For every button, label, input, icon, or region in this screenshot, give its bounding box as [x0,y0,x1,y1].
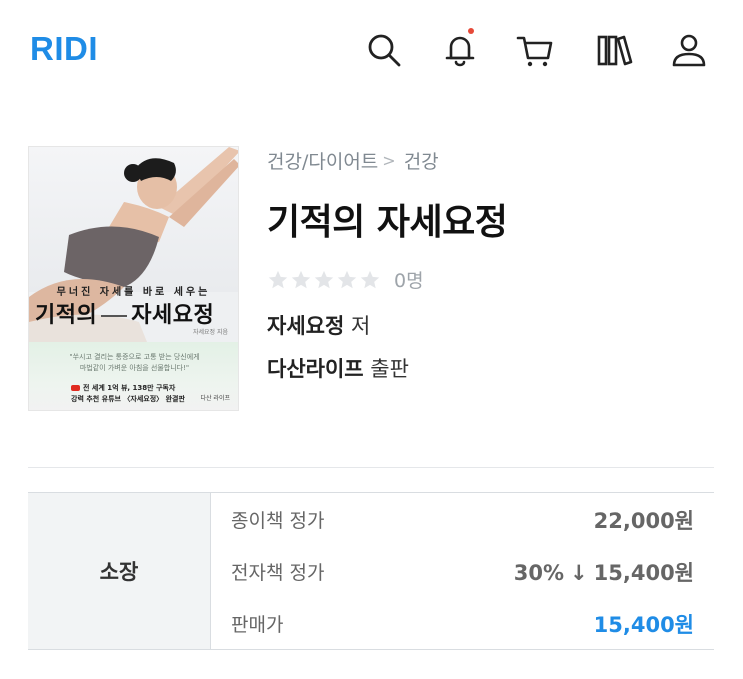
bell-icon [445,36,475,67]
library-icon [597,35,633,66]
notification-button[interactable] [438,28,482,72]
account-button[interactable] [667,28,711,72]
book-cover[interactable]: 무너진 자세를 바로 세우는 기적의 자세요정 자세요정 지음 "쑤시고 결리는 … [28,146,239,411]
cover-title: 기적의 자세요정 [35,297,235,329]
user-icon [672,34,706,67]
price-row-label: 종이책 정가 [231,510,325,532]
rating-count: 0명 [394,270,424,292]
price-row-label: 판매가 [231,614,284,636]
price-row-paper: 종이책 정가 22,000원 [211,493,714,545]
price-table: 소장 종이책 정가 22,000원 전자책 정가 30% ↓ 15,400원 판매가… [28,492,714,650]
star-icon [314,270,334,288]
cover-badge: 전 세계 1억 뷰, 138만 구독자 강력 추천 유튜브 〈자세요정〉 완결판 [71,383,185,405]
cover-publisher: 다산 라이프 [200,395,230,402]
search-icon [368,34,401,67]
rating[interactable]: 0명 [267,266,424,293]
cover-title-right: 자세요정 [131,303,215,328]
search-button[interactable] [362,28,406,72]
cover-title-blank [101,315,128,317]
star-icon [268,270,288,288]
author-name-link[interactable]: 자세요정 [267,314,344,338]
publisher-line: 다산라이프 출판 [267,353,409,383]
star-icon [337,270,357,288]
publisher-role: 출판 [370,357,409,381]
chevron-right-icon: > [382,151,396,170]
star-icon [360,270,380,288]
section-divider [28,467,714,468]
publisher-name-link[interactable]: 다산라이프 [267,357,364,381]
cart-button[interactable] [513,28,557,72]
cover-quote-line: 마법같이 가벼운 아침을 선물합니다!" [79,364,190,372]
discount-rate: 30% [513,561,565,585]
price-row-value: 15,400원 [593,561,694,585]
price-row-sale: 판매가 15,400원 [211,597,714,649]
price-row-label: 전자책 정가 [231,562,325,584]
top-header: RIDI [0,0,743,100]
breadcrumb: 건강/다이어트 > 건강 [267,147,439,174]
cover-tagline: 무너진 자세를 바로 세우는 [56,287,211,298]
cart-icon [516,36,553,67]
author-role: 저 [350,314,371,338]
notification-dot [468,28,474,34]
purchase-type-label: 소장 [28,493,211,649]
cover-quote: "쑤시고 결리는 통증으로 고통 받는 당신에게 마법같이 가벼운 아침을 선물… [43,352,226,374]
cover-quote-line: "쑤시고 결리는 통증으로 고통 받는 당신에게 [69,353,200,361]
price-row-ebook: 전자책 정가 30% ↓ 15,400원 [211,545,714,597]
book-title: 기적의 자세요정 [267,202,508,243]
price-row-value-group: 30% ↓ 15,400원 [514,557,694,587]
cover-badge-line: 전 세계 1억 뷰, 138만 구독자 [71,383,185,394]
price-row-value: 22,000원 [593,509,694,533]
sale-price-value: 15,400원 [593,613,694,637]
library-button[interactable] [592,28,636,72]
cover-badge-text: 전 세계 1억 뷰, 138만 구독자 [83,384,176,392]
author-line: 자세요정 저 [267,310,370,340]
breadcrumb-subcategory[interactable]: 건강 [404,147,439,174]
arrow-down-icon: ↓ [570,561,588,585]
cover-author: 자세요정 지음 [192,329,228,336]
star-icon [291,270,311,288]
cover-badge-line: 강력 추천 유튜브 〈자세요정〉 완결판 [71,395,185,403]
cover-title-left: 기적의 [35,303,98,328]
youtube-icon [71,385,80,391]
breadcrumb-category[interactable]: 건강/다이어트 [267,147,378,174]
ridi-logo[interactable]: RIDI [30,30,98,68]
